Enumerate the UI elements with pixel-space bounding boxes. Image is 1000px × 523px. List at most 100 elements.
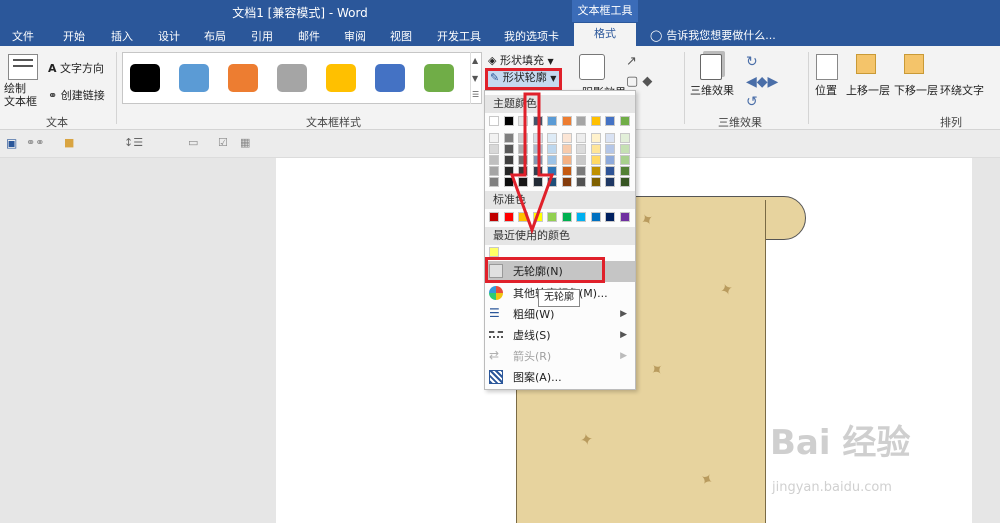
color-swatch[interactable] <box>590 177 601 187</box>
color-swatch[interactable] <box>576 133 586 143</box>
color-swatch[interactable] <box>619 116 630 126</box>
tab-review[interactable]: 审阅 <box>344 28 366 44</box>
three-d-cube-icon[interactable] <box>700 54 722 80</box>
color-swatch[interactable] <box>489 166 499 176</box>
shadow-effect-icon[interactable] <box>579 54 605 80</box>
tab-view[interactable]: 视图 <box>390 28 412 44</box>
three-d-tilt-icons[interactable]: ↻ ◀◆▶ ↺ <box>746 52 778 112</box>
color-swatch[interactable] <box>605 212 615 222</box>
folder-icon[interactable]: ■ <box>64 136 74 149</box>
textbox-style-swatch[interactable] <box>424 64 454 92</box>
create-link-button[interactable]: ⚭ 创建链接 <box>48 87 105 103</box>
tell-me-box[interactable]: ◯ 告诉我您想要做什么... <box>650 27 776 43</box>
tell-me-text: 告诉我您想要做什么... <box>666 29 776 42</box>
position-icon[interactable] <box>816 54 838 80</box>
draw-textbox-button[interactable]: 绘制 文本框 <box>4 82 44 108</box>
dashes-icon <box>489 331 503 338</box>
color-swatch[interactable] <box>576 177 586 187</box>
color-swatch[interactable] <box>561 166 572 176</box>
gallery-up-icon[interactable]: ▲ <box>472 56 478 65</box>
color-swatch[interactable] <box>561 212 572 222</box>
color-swatch[interactable] <box>561 116 572 126</box>
color-swatch[interactable] <box>590 166 601 176</box>
three-d-effect-button[interactable]: 三维效果 <box>690 82 734 98</box>
send-backward-button[interactable]: 下移一层 <box>894 82 938 98</box>
group-label-text: 文本 <box>46 116 68 129</box>
tab-layout[interactable]: 布局 <box>204 28 226 44</box>
dashes-menu-item[interactable]: 虚线(S) ▶ <box>485 325 635 346</box>
color-swatch[interactable] <box>619 166 630 176</box>
color-swatch[interactable] <box>619 177 630 187</box>
checkbox-icon[interactable]: ☑ <box>218 136 228 149</box>
tab-file[interactable]: 文件 <box>12 28 34 44</box>
tab-my-tab[interactable]: 我的选项卡 <box>504 28 559 44</box>
color-swatch[interactable] <box>561 133 572 143</box>
arrows-menu-item: ⇄ 箭头(R) ▶ <box>485 346 635 367</box>
color-swatch[interactable] <box>576 212 586 222</box>
wrap-text-button[interactable]: 环绕文字 <box>940 82 984 98</box>
color-swatch[interactable] <box>605 177 615 187</box>
bring-forward-button[interactable]: 上移一层 <box>846 82 890 98</box>
text-direction-button[interactable]: A 文字方向 <box>48 60 104 76</box>
textbox-style-swatch[interactable] <box>179 64 209 92</box>
color-swatch[interactable] <box>576 155 586 165</box>
color-swatch[interactable] <box>489 247 499 257</box>
color-swatch[interactable] <box>605 133 615 143</box>
image-icon[interactable]: ▦ <box>240 136 250 149</box>
tab-design[interactable]: 设计 <box>158 28 180 44</box>
color-swatch[interactable] <box>605 144 615 154</box>
color-swatch[interactable] <box>489 116 499 126</box>
textbox-style-swatch[interactable] <box>375 64 405 92</box>
send-backward-icon[interactable] <box>904 54 924 74</box>
field-icon[interactable]: ▭ <box>188 136 198 149</box>
gallery-more-icon[interactable]: ☰ <box>472 90 479 99</box>
color-swatch[interactable] <box>489 212 499 222</box>
textbox-style-swatch[interactable] <box>228 64 258 92</box>
tab-insert[interactable]: 插入 <box>111 28 133 44</box>
tab-references[interactable]: 引用 <box>251 28 273 44</box>
color-swatch[interactable] <box>590 116 601 126</box>
color-swatch[interactable] <box>489 177 499 187</box>
color-swatch[interactable] <box>576 116 586 126</box>
color-swatch[interactable] <box>561 144 572 154</box>
shape-fill-label: 形状填充 <box>499 54 544 67</box>
tab-format[interactable]: 格式 <box>574 23 636 46</box>
shape-fill-button[interactable]: ◈ 形状填充 ▼ <box>488 52 554 68</box>
color-swatch[interactable] <box>489 133 499 143</box>
color-swatch[interactable] <box>619 155 630 165</box>
pattern-menu-item[interactable]: 图案(A)... <box>485 367 635 388</box>
save-icon[interactable]: ▣ <box>6 136 17 150</box>
tab-home[interactable]: 开始 <box>63 28 85 44</box>
color-swatch[interactable] <box>605 155 615 165</box>
color-swatch[interactable] <box>590 144 601 154</box>
color-swatch[interactable] <box>561 177 572 187</box>
textbox-style-swatch[interactable] <box>130 64 160 92</box>
weight-menu-item[interactable]: ☰ 粗细(W) ▶ <box>485 304 635 325</box>
textbox-style-swatch[interactable] <box>326 64 356 92</box>
color-swatch[interactable] <box>576 144 586 154</box>
textbox-style-swatch[interactable] <box>277 64 307 92</box>
color-swatch[interactable] <box>619 133 630 143</box>
highlight-shape-outline <box>485 68 562 90</box>
color-swatch[interactable] <box>590 133 601 143</box>
link-icon[interactable]: ⚭⚭ <box>26 136 44 149</box>
draw-textbox-icon[interactable] <box>8 54 38 80</box>
color-swatch[interactable] <box>489 155 499 165</box>
tab-mailings[interactable]: 邮件 <box>298 28 320 44</box>
color-swatch[interactable] <box>590 212 601 222</box>
color-swatch[interactable] <box>561 155 572 165</box>
bring-forward-icon[interactable] <box>856 54 876 74</box>
color-swatch[interactable] <box>590 155 601 165</box>
color-swatch[interactable] <box>489 144 499 154</box>
color-swatch[interactable] <box>619 144 630 154</box>
color-swatch[interactable] <box>605 166 615 176</box>
tab-developer[interactable]: 开发工具 <box>437 28 481 44</box>
spacing-icon[interactable]: ↕☰ <box>124 136 143 149</box>
ribbon-separator <box>808 52 809 124</box>
color-swatch[interactable] <box>619 212 630 222</box>
position-button[interactable]: 位置 <box>815 82 837 98</box>
title-bar: 文档1 [兼容模式] - Word <box>0 0 1000 22</box>
gallery-down-icon[interactable]: ▼ <box>472 74 478 83</box>
color-swatch[interactable] <box>605 116 615 126</box>
color-swatch[interactable] <box>576 166 586 176</box>
